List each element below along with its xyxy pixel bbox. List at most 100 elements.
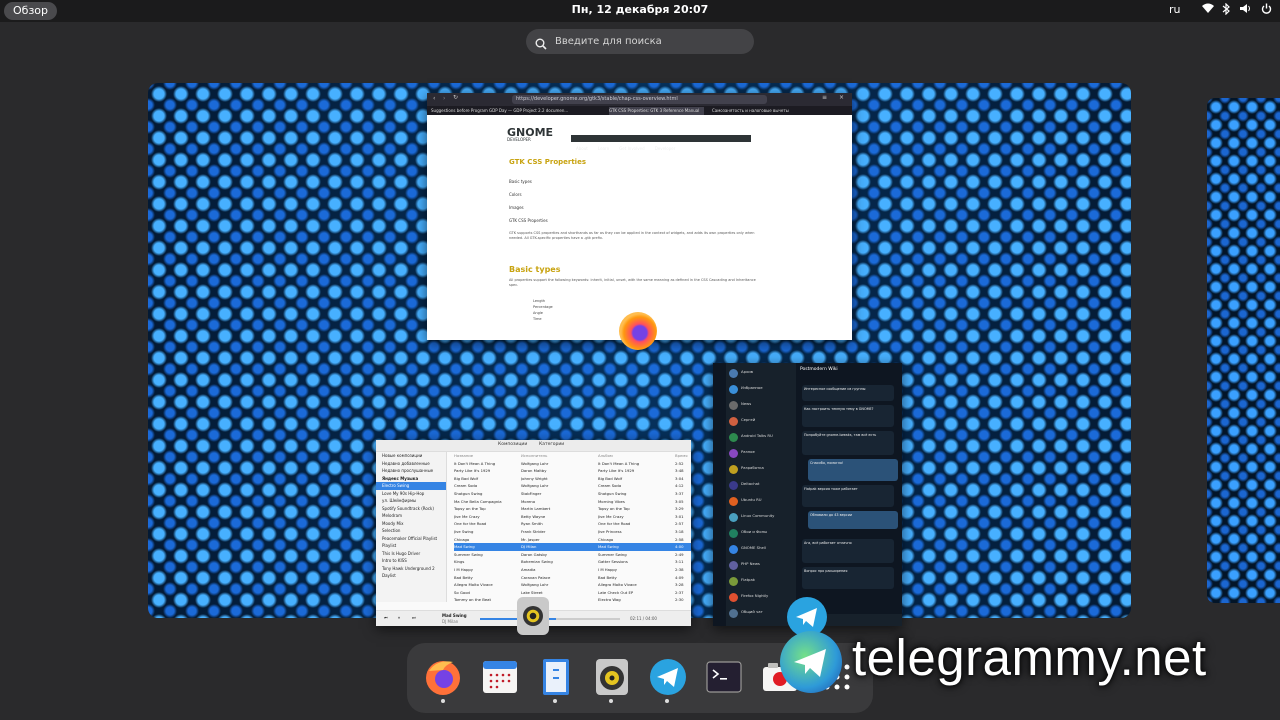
playlist-item[interactable]: Новые композиции: [376, 452, 446, 460]
dock-files[interactable]: [536, 657, 576, 697]
message-bubble[interactable]: Вопрос про расширения: [802, 567, 894, 589]
playlist-item[interactable]: Peacemaker Official Playlist: [376, 535, 446, 543]
workspace-next[interactable]: [1207, 98, 1280, 603]
table-row[interactable]: Big Bad Wolf Johnny Wright Big Bad Wolf 3:0…: [454, 475, 691, 483]
chat-list-item[interactable]: Разработка: [726, 463, 796, 477]
toc-link[interactable]: GTK CSS Properties: [509, 214, 548, 227]
back-icon[interactable]: ‹: [433, 95, 435, 102]
message-bubble[interactable]: Как настроить темную тему в GNOME?: [802, 405, 894, 427]
playlist-item[interactable]: Electro Swing: [376, 482, 446, 490]
reload-icon[interactable]: ↻: [453, 94, 458, 101]
pause-icon[interactable]: ⏸: [398, 615, 400, 620]
playlist-item[interactable]: ул. Шейнфирмы: [376, 497, 446, 505]
table-row[interactable]: Bad Betty Caravan Palace Bad Betty 4:09: [454, 574, 691, 582]
chat-list-item[interactable]: Обои и Фоны: [726, 527, 796, 541]
chat-list-item[interactable]: GNOME Shell: [726, 543, 796, 557]
dock-terminal[interactable]: [704, 657, 744, 697]
tab-gtk-css[interactable]: GTK CSS Properties: GTK 3 Reference Manu…: [609, 107, 704, 115]
chat-list-item[interactable]: News: [726, 399, 796, 413]
tab-tax[interactable]: Самозанятость и налоговые вычеты: [712, 107, 847, 115]
next-icon[interactable]: ⏭: [412, 615, 416, 620]
table-row[interactable]: Chicago Mr. Jasper Chicago 2:58: [454, 536, 691, 544]
table-row[interactable]: Party Like It's 1929 Daron Maltby Party Li…: [454, 467, 691, 475]
toc-link[interactable]: Basic types: [509, 175, 548, 188]
chat-list-item[interactable]: Deltachat: [726, 479, 796, 493]
chat-list-item[interactable]: PHP News: [726, 559, 796, 573]
forward-icon[interactable]: ›: [443, 95, 445, 102]
tab-categories[interactable]: Категории: [539, 442, 564, 447]
nav-get-involved[interactable]: Get Involved: [619, 146, 644, 151]
prev-icon[interactable]: ⏮: [384, 615, 388, 620]
keyboard-layout-indicator[interactable]: ru: [1169, 3, 1181, 16]
table-row[interactable]: Cream Soda Wolfgang Lohr Cream Soda 4:12: [454, 482, 691, 490]
table-row[interactable]: Ma Che Bella Compagnia Moreno Morning Vibe…: [454, 498, 691, 506]
playlist-item[interactable]: Daylist: [376, 572, 446, 580]
table-row[interactable]: Jive Swing Frank Strider Jive Princess 3:18: [454, 528, 691, 536]
table-row[interactable]: Shotgun Swing StabFinger Shotgun Swing 3:37: [454, 490, 691, 498]
chat-list-item[interactable]: Разное: [726, 447, 796, 461]
seek-bar[interactable]: [480, 618, 620, 620]
table-row[interactable]: Allegro Molto Vivace Wolfgang Lohr Allegro…: [454, 581, 691, 589]
gnome-logo[interactable]: GNOME DEVELOPER: [507, 126, 553, 142]
nav-about[interactable]: About: [576, 146, 588, 151]
chat-list-item[interactable]: Архив: [726, 367, 796, 381]
table-row[interactable]: Jive Me Crazy Betty Wayne Jive Me Crazy 3:0…: [454, 513, 691, 521]
table-row[interactable]: Summer Swing Daron Gatsby Summer Swing 2:49: [454, 551, 691, 559]
chat-list-item[interactable]: Общий чат: [726, 607, 796, 621]
playlist-item[interactable]: Moody Mix: [376, 520, 446, 528]
playlist-item[interactable]: Недавно добавленные: [376, 460, 446, 468]
chat-name: Избранное: [741, 385, 763, 390]
playlist-item[interactable]: Tony Hawk Underground 2: [376, 565, 446, 573]
menu-icon[interactable]: ≡: [822, 94, 827, 101]
message-bubble[interactable]: Интересное сообщение из группы: [802, 385, 894, 401]
table-row[interactable]: Topsy on the Top Martin Lambert Topsy on t…: [454, 505, 691, 513]
playlist-item[interactable]: Playlist: [376, 542, 446, 550]
chat-list-item[interactable]: Linux Community: [726, 511, 796, 525]
nav-learn[interactable]: Learn: [598, 146, 609, 151]
playlist-item[interactable]: Яндекс Музыка: [376, 475, 446, 483]
table-row[interactable]: So Good Lake Street Late Check Out EP 2:37: [454, 589, 691, 597]
table-row[interactable]: Tommy on the BeatLes BabettesElectro Wag…: [454, 596, 691, 604]
dock-calendar[interactable]: [480, 657, 520, 697]
search-box[interactable]: [526, 29, 754, 54]
playlist-item[interactable]: Selection: [376, 527, 446, 535]
tab-gdp[interactable]: Suggestions before Program GDP Day — GDP…: [431, 107, 601, 115]
playlist-item[interactable]: Недавно прослушанные: [376, 467, 446, 475]
table-row[interactable]: It Don't Mean A Thing Wolfgang Lohr It Don…: [454, 460, 691, 468]
message-bubble[interactable]: Попробуйте gnome-tweaks, там всё есть: [802, 431, 894, 455]
address-bar[interactable]: https://developer.gnome.org/gtk3/stable/…: [512, 95, 767, 104]
nav-developer[interactable]: Developer: [655, 146, 676, 151]
table-row[interactable]: One for the Road Ryan Smith One for the Ro…: [454, 520, 691, 528]
chat-list-item[interactable]: Сергей: [726, 415, 796, 429]
table-row[interactable]: I M Happy Amadia I M Happy 2:38: [454, 566, 691, 574]
chat-list-item[interactable]: Android Talks RU: [726, 431, 796, 445]
message-bubble[interactable]: Спасибо, помогло!: [808, 459, 898, 481]
table-row[interactable]: Kings Bohemian Swing Gatter Sessions 3:11: [454, 558, 691, 566]
message-bubble[interactable]: Обновили до 43 версии: [808, 511, 898, 529]
system-tray[interactable]: [1199, 2, 1275, 19]
tab-tracks[interactable]: Композиции: [498, 442, 527, 447]
playlist-item[interactable]: Melodram: [376, 512, 446, 520]
toc-link[interactable]: Images: [509, 201, 548, 214]
table-row[interactable]: Mad Swing DJ Milan Mad Swing 4:00: [454, 543, 691, 551]
telegram-window[interactable]: Архив Избранное News Сергей Android Talks RU…: [713, 363, 902, 626]
chat-list-item[interactable]: Flatpak: [726, 575, 796, 589]
playlist-item[interactable]: This Is Hugo Driver: [376, 550, 446, 558]
message-bubble[interactable]: Flatpak версия тоже работает: [802, 485, 894, 507]
clock-label[interactable]: Пн, 12 декабря 20:07: [572, 3, 709, 16]
dock-telegram[interactable]: [648, 657, 688, 697]
close-icon[interactable]: ×: [839, 94, 844, 101]
toc-link[interactable]: Colors: [509, 188, 548, 201]
chat-list-item[interactable]: Ubuntu RU: [726, 495, 796, 509]
search-input[interactable]: [555, 33, 745, 50]
chat-list-item[interactable]: Firefox Nightly: [726, 591, 796, 605]
firefox-window[interactable]: ‹ › ↻ https://developer.gnome.org/gtk3/s…: [427, 93, 852, 340]
message-bubble[interactable]: Ага, всё работает отлично: [802, 539, 894, 563]
dock-rhythmbox[interactable]: [592, 657, 632, 697]
chat-list-item[interactable]: Избранное: [726, 383, 796, 397]
playlist-item[interactable]: Love My 90s Hip-Hop: [376, 490, 446, 498]
playlist-item[interactable]: Spotify Soundtrack (Rock): [376, 505, 446, 513]
playlist-item[interactable]: Intro to KISS: [376, 557, 446, 565]
dock-firefox[interactable]: [423, 657, 463, 697]
table-cell: Party Like It's 1929: [454, 468, 491, 474]
